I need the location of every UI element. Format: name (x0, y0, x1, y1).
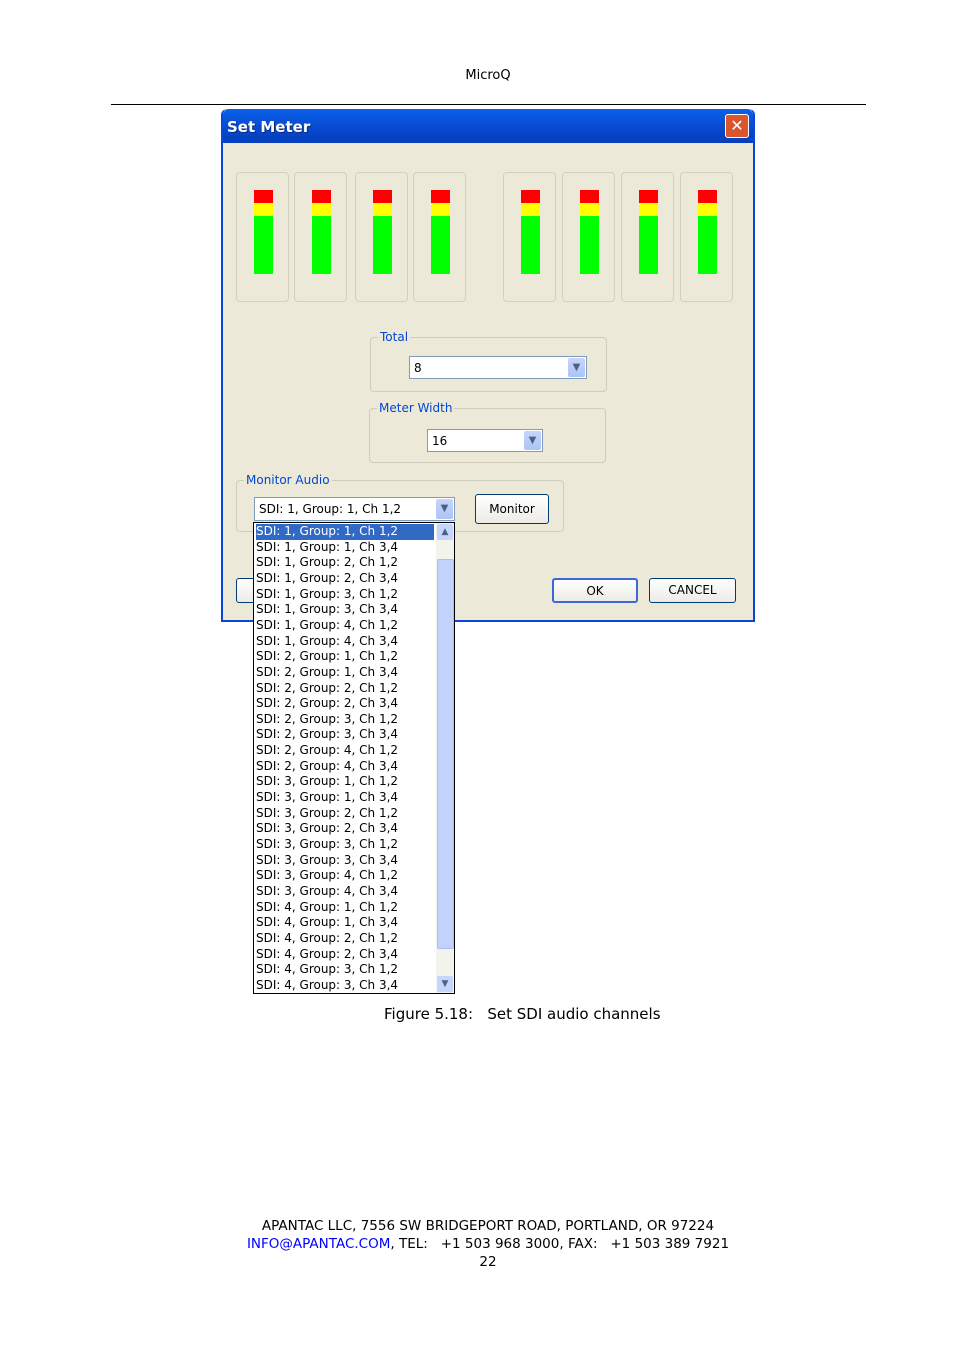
level-meter-bar (521, 190, 540, 274)
level-meter-bar (373, 190, 392, 274)
list-option[interactable]: SDI: 1, Group: 2, Ch 3,4 (256, 571, 434, 587)
monitor-audio-value: SDI: 1, Group: 1, Ch 1,2 (259, 502, 402, 516)
level-meter-bar (431, 190, 450, 274)
scroll-thumb[interactable] (437, 559, 454, 949)
list-option[interactable]: SDI: 1, Group: 1, Ch 3,4 (256, 540, 434, 556)
list-option[interactable]: SDI: 4, Group: 2, Ch 3,4 (256, 947, 434, 963)
list-option[interactable]: SDI: 1, Group: 1, Ch 1,2 (256, 524, 434, 540)
scroll-down-icon[interactable]: ▼ (437, 976, 453, 992)
monitor-audio-label: Monitor Audio (244, 473, 332, 487)
cancel-button[interactable]: CANCEL (649, 578, 736, 603)
meter-width-label: Meter Width (377, 401, 455, 415)
list-option[interactable]: SDI: 1, Group: 3, Ch 3,4 (256, 602, 434, 618)
total-select[interactable]: 8 ▼ (409, 356, 587, 379)
header-rule (111, 104, 866, 105)
monitor-button[interactable]: Monitor (475, 494, 549, 524)
email-link[interactable]: INFO@APANTAC.COM (247, 1236, 390, 1252)
chevron-down-icon[interactable]: ▼ (568, 358, 585, 377)
level-meter-bar (312, 190, 331, 274)
list-option[interactable]: SDI: 2, Group: 4, Ch 3,4 (256, 759, 434, 775)
list-option[interactable]: SDI: 2, Group: 3, Ch 1,2 (256, 712, 434, 728)
ok-button[interactable]: OK (552, 578, 638, 603)
total-value: 8 (414, 361, 422, 375)
scroll-up-icon[interactable]: ▲ (437, 524, 453, 540)
list-option[interactable]: SDI: 2, Group: 4, Ch 1,2 (256, 743, 434, 759)
page-number: 22 (479, 1254, 497, 1270)
level-meter-bar (639, 190, 658, 274)
list-option[interactable]: SDI: 4, Group: 1, Ch 1,2 (256, 900, 434, 916)
meter-width-value: 16 (432, 434, 448, 448)
list-option[interactable]: SDI: 2, Group: 1, Ch 3,4 (256, 665, 434, 681)
level-meter-bar (580, 190, 599, 274)
list-option[interactable]: SDI: 3, Group: 3, Ch 1,2 (256, 837, 434, 853)
monitor-audio-dropdown-list[interactable]: ▲ ▼ SDI: 1, Group: 1, Ch 1,2 SDI: 1, Grou… (253, 522, 455, 994)
list-option[interactable]: SDI: 3, Group: 1, Ch 1,2 (256, 774, 434, 790)
list-option[interactable]: SDI: 4, Group: 2, Ch 1,2 (256, 931, 434, 947)
list-option[interactable]: SDI: 1, Group: 3, Ch 1,2 (256, 587, 434, 603)
footer-contact: , TEL: +1 503 968 3000, FAX: +1 503 389 … (390, 1236, 730, 1252)
list-option[interactable]: SDI: 3, Group: 2, Ch 1,2 (256, 806, 434, 822)
total-label: Total (378, 330, 411, 344)
list-option[interactable]: SDI: 3, Group: 4, Ch 1,2 (256, 868, 434, 884)
list-option[interactable]: SDI: 3, Group: 2, Ch 3,4 (256, 821, 434, 837)
caption-text: Set SDI audio channels (487, 1005, 661, 1023)
list-option[interactable]: SDI: 1, Group: 4, Ch 1,2 (256, 618, 434, 634)
footer: APANTAC LLC, 7556 SW BRIDGEPORT ROAD, PO… (0, 1217, 954, 1271)
meter-width-select[interactable]: 16 ▼ (427, 429, 543, 452)
level-meter-bar (698, 190, 717, 274)
close-icon[interactable]: ✕ (725, 114, 749, 138)
list-option[interactable]: SDI: 4, Group: 1, Ch 3,4 (256, 915, 434, 931)
footer-address: APANTAC LLC, 7556 SW BRIDGEPORT ROAD, PO… (261, 1218, 715, 1234)
chevron-down-icon[interactable]: ▼ (524, 431, 541, 450)
list-scrollbar[interactable]: ▲ ▼ (436, 523, 454, 993)
list-option[interactable]: SDI: 2, Group: 2, Ch 3,4 (256, 696, 434, 712)
list-option[interactable]: SDI: 3, Group: 4, Ch 3,4 (256, 884, 434, 900)
list-option[interactable]: SDI: 1, Group: 2, Ch 1,2 (256, 555, 434, 571)
level-meter-bar (254, 190, 273, 274)
page-header: MicroQ (465, 68, 511, 83)
figure-caption: Figure 5.18: Set SDI audio channels (384, 1005, 661, 1023)
dialog-title: Set Meter (227, 118, 311, 136)
list-option[interactable]: SDI: 2, Group: 1, Ch 1,2 (256, 649, 434, 665)
list-option[interactable]: SDI: 3, Group: 1, Ch 3,4 (256, 790, 434, 806)
list-option[interactable]: SDI: 3, Group: 3, Ch 3,4 (256, 853, 434, 869)
list-option[interactable]: SDI: 4, Group: 3, Ch 3,4 (256, 978, 434, 993)
list-option[interactable]: SDI: 2, Group: 2, Ch 1,2 (256, 681, 434, 697)
caption-number: Figure 5.18: (384, 1005, 474, 1023)
list-option[interactable]: SDI: 2, Group: 3, Ch 3,4 (256, 727, 434, 743)
list-option[interactable]: SDI: 4, Group: 3, Ch 1,2 (256, 962, 434, 978)
chevron-down-icon[interactable]: ▼ (436, 499, 453, 519)
monitor-audio-select[interactable]: SDI: 1, Group: 1, Ch 1,2 ▼ (254, 497, 455, 521)
title-bar[interactable]: Set Meter ✕ (223, 109, 753, 143)
list-option[interactable]: SDI: 1, Group: 4, Ch 3,4 (256, 634, 434, 650)
